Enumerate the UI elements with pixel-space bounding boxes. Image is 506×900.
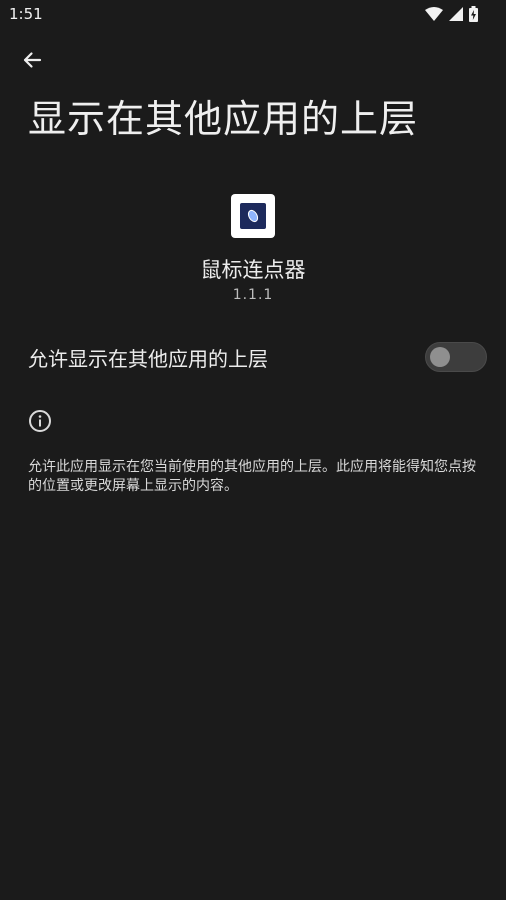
back-button[interactable] (14, 42, 50, 78)
mouse-glyph-icon (247, 209, 259, 223)
permission-label: 允许显示在其他应用的上层 (28, 347, 268, 371)
mouse-clicker-app-icon (231, 194, 275, 238)
arrow-back-icon (23, 52, 42, 68)
status-icons (425, 6, 478, 22)
battery-charging-icon (469, 6, 478, 22)
app-name: 鼠标连点器 (200, 258, 306, 282)
overlay-permission-toggle[interactable] (425, 342, 487, 372)
info-icon (29, 410, 51, 432)
permission-description: 允许此应用显示在您当前使用的其他应用的上层。此应用将能得知您点按的位置或更改屏幕… (28, 459, 476, 494)
cell-signal-icon (449, 7, 463, 21)
app-version: 1.1.1 (232, 287, 274, 303)
permission-row[interactable]: 允许显示在其他应用的上层 (0, 330, 506, 386)
status-time: 1:51 (9, 5, 43, 23)
page-title: 显示在其他应用的上层 (28, 97, 419, 141)
wifi-icon (425, 7, 443, 21)
settings-screen: 1:51 显示在其他应用的上层 鼠标连点器 1.1.1 允许显示在其他应用的上层… (0, 0, 506, 900)
toggle-thumb (430, 347, 450, 367)
status-bar: 1:51 (0, 0, 506, 30)
